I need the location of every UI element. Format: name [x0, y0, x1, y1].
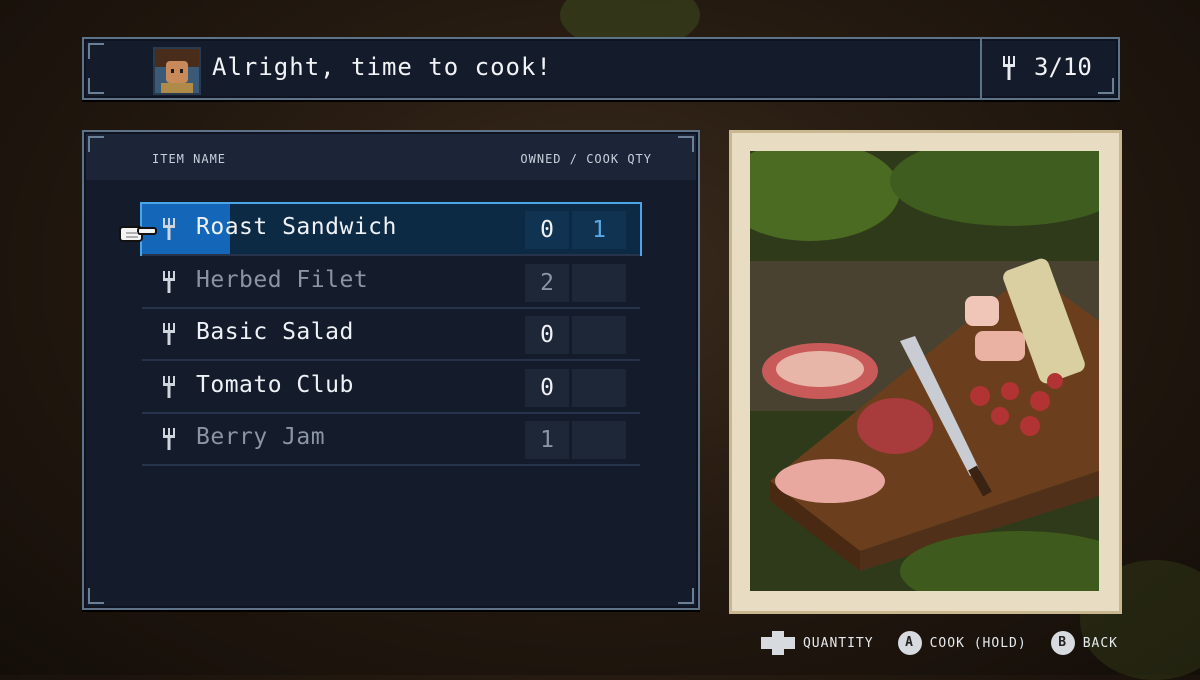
- recipe-row[interactable]: Roast Sandwich 0 1: [140, 202, 642, 256]
- column-owned-qty: OWNED / COOK QTY: [520, 152, 652, 166]
- fork-icon: [162, 427, 176, 451]
- recipe-row[interactable]: Tomato Club 0: [142, 362, 640, 414]
- frame-ornament: [1098, 78, 1114, 94]
- cook-qty[interactable]: 1: [572, 211, 626, 249]
- divider: [980, 39, 982, 98]
- recipe-name: Basic Salad: [196, 319, 354, 345]
- recipe-illustration: [750, 151, 1099, 591]
- frame-ornament: [88, 136, 104, 152]
- fork-icon: [162, 322, 176, 346]
- fork-icon: [1003, 56, 1015, 80]
- fork-icon: [162, 375, 176, 399]
- recipe-name: Tomato Club: [196, 371, 354, 398]
- recipe-row[interactable]: Basic Salad 0: [142, 309, 640, 361]
- hint-cook[interactable]: A COOK (HOLD): [897, 631, 1027, 655]
- cook-qty[interactable]: [572, 263, 626, 302]
- dialogue-text: Alright, time to cook!: [212, 53, 552, 81]
- character-portrait: [153, 47, 201, 95]
- hint-back[interactable]: B BACK: [1050, 631, 1118, 655]
- hint-cook-label: COOK (HOLD): [929, 635, 1027, 651]
- frame-ornament: [678, 588, 694, 604]
- frame-ornament: [88, 78, 104, 94]
- frame-ornament: [678, 136, 694, 152]
- fork-icon: [162, 217, 176, 241]
- cook-qty[interactable]: [572, 316, 626, 354]
- dialogue-header: Alright, time to cook! 3/10: [82, 37, 1120, 100]
- recipe-picture-card: [729, 130, 1122, 614]
- list-header: ITEM NAME OWNED / COOK QTY: [86, 134, 696, 180]
- owned-count: 0: [525, 368, 569, 407]
- owned-count: 1: [525, 421, 569, 459]
- row-divider: [142, 464, 640, 466]
- pointer-hand-icon: [119, 226, 157, 242]
- frame-ornament: [88, 43, 104, 59]
- cook-qty[interactable]: [572, 368, 626, 407]
- dpad-icon: [760, 631, 795, 655]
- recipe-row[interactable]: Berry Jam 1: [142, 414, 640, 466]
- recipe-list-panel: ITEM NAME OWNED / COOK QTY Roast Sandwic…: [82, 130, 700, 610]
- cook-counter: 3/10: [1034, 53, 1092, 81]
- recipe-name: Berry Jam: [196, 424, 326, 450]
- b-button-icon[interactable]: B: [1050, 631, 1075, 655]
- recipe-name: Herbed Filet: [196, 266, 369, 293]
- recipe-name: Roast Sandwich: [196, 214, 397, 240]
- frame-ornament: [88, 588, 104, 604]
- owned-count: 0: [525, 211, 569, 249]
- column-item-name: ITEM NAME: [152, 152, 227, 166]
- cook-qty[interactable]: [572, 421, 626, 459]
- owned-count: 2: [525, 263, 569, 302]
- owned-count: 0: [525, 316, 569, 354]
- fork-icon: [162, 270, 176, 294]
- recipe-row[interactable]: Herbed Filet 2: [142, 257, 640, 309]
- control-hints: QUANTITY A COOK (HOLD) B BACK: [760, 628, 1118, 658]
- hint-quantity: QUANTITY: [760, 631, 874, 655]
- hint-quantity-label: QUANTITY: [802, 635, 874, 651]
- hint-back-label: BACK: [1082, 635, 1118, 651]
- a-button-icon[interactable]: A: [897, 631, 922, 655]
